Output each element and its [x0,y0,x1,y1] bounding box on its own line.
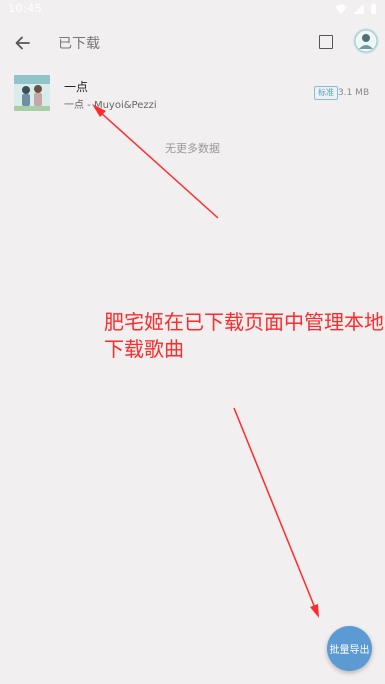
arrow-left-icon [15,36,30,50]
battery-icon [371,3,376,14]
list-end-text: 无更多数据 [165,142,220,155]
select-all-checkbox[interactable] [318,34,335,51]
song-artist: 一点 - Muyoi&Pezzi [64,100,157,111]
album-cover [14,75,50,111]
user-avatar-icon [353,28,379,54]
song-title: 一点 [64,80,89,94]
avatar[interactable] [353,28,379,54]
app-bar: 已下载 [0,22,385,64]
annotation-text: 肥宅姬在已下载页面中管理本地下载歌曲 [104,310,384,361]
album-art-icon [14,75,50,111]
checkbox-square-icon [319,35,333,49]
signal-icon [353,3,364,14]
arrow-to-song [92,104,219,219]
wifi-icon [335,4,347,14]
batch-export-button[interactable]: 批量导出 [327,626,372,671]
list-item[interactable]: 一点 一点 - Muyoi&Pezzi 标准 3.1 MB [0,72,385,116]
status-bar: 10:45 [0,0,385,22]
status-time: 10:45 [8,2,43,15]
file-size: 3.1 MB [338,88,370,98]
page-title: 已下载 [58,36,100,52]
quality-badge: 标准 [314,86,338,100]
arrow-to-fab [233,407,319,618]
back-button[interactable] [10,30,36,56]
